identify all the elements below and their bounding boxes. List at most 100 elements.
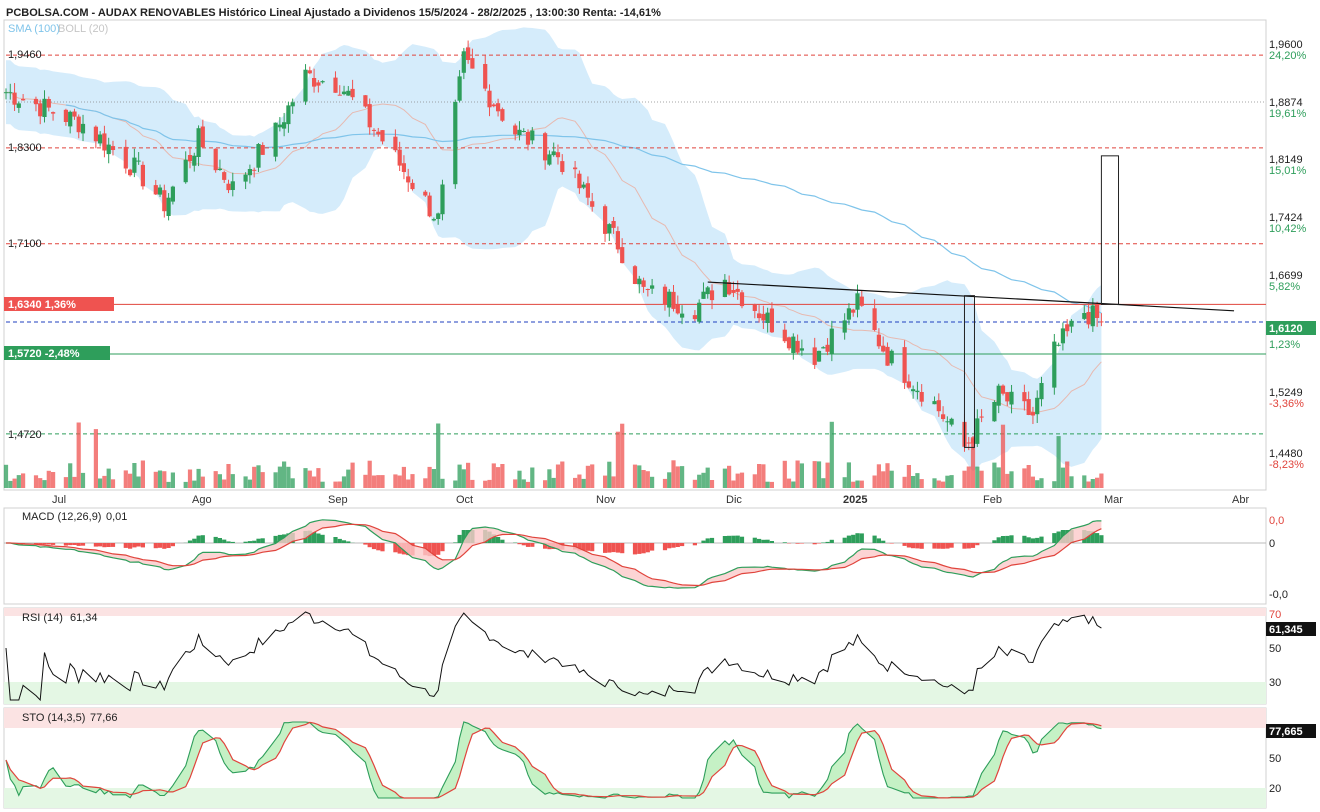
volume-bar bbox=[363, 474, 368, 488]
volume-bar bbox=[881, 471, 886, 488]
candle bbox=[902, 347, 907, 383]
candle bbox=[363, 95, 368, 107]
macd-bar bbox=[525, 543, 531, 547]
macd-bar bbox=[752, 537, 757, 543]
candle bbox=[632, 266, 638, 284]
support-tag: 1,5720 -2,48% bbox=[8, 348, 80, 360]
macd-bar bbox=[722, 536, 727, 543]
volume-bar bbox=[1065, 461, 1070, 488]
volume-bar bbox=[170, 472, 175, 488]
volume-bar bbox=[128, 473, 133, 488]
volume-bar bbox=[196, 468, 201, 488]
macd-bar bbox=[932, 543, 937, 549]
macd-bar bbox=[170, 543, 175, 547]
candle bbox=[739, 292, 745, 307]
volume-bar bbox=[483, 480, 488, 488]
candle bbox=[68, 111, 73, 127]
candle bbox=[367, 104, 372, 128]
volume-bar bbox=[312, 476, 317, 488]
volume-bar bbox=[1069, 476, 1074, 488]
candle bbox=[290, 102, 295, 107]
volume-bar bbox=[423, 478, 428, 488]
candle bbox=[222, 172, 227, 180]
volume-bar bbox=[80, 472, 86, 488]
candle bbox=[795, 340, 800, 353]
macd-bar bbox=[949, 543, 954, 548]
candle bbox=[500, 109, 505, 121]
macd-bar bbox=[590, 543, 595, 552]
candle bbox=[183, 159, 188, 183]
volume-bar bbox=[136, 476, 141, 488]
candle bbox=[102, 133, 107, 151]
volume-bar bbox=[799, 463, 804, 488]
macd-bar bbox=[936, 543, 941, 549]
candle bbox=[1030, 412, 1035, 416]
macd-bar bbox=[1000, 536, 1006, 543]
level-label-4: 1,4720 bbox=[8, 429, 42, 441]
candle bbox=[966, 442, 971, 444]
candle bbox=[945, 421, 950, 423]
month-nov: Nov bbox=[596, 494, 616, 506]
macd-bar bbox=[1022, 535, 1027, 543]
candle bbox=[765, 312, 770, 323]
candle bbox=[98, 134, 103, 144]
volume-bar bbox=[555, 464, 561, 488]
month-mar: Mar bbox=[1104, 494, 1123, 506]
candle bbox=[110, 146, 116, 150]
macd-bar bbox=[1095, 533, 1100, 543]
candle bbox=[885, 346, 890, 366]
volume-bar bbox=[1039, 478, 1044, 488]
macd-bar bbox=[72, 543, 77, 545]
volume-bar bbox=[757, 464, 762, 488]
volume-bar bbox=[187, 469, 193, 488]
macd-bar bbox=[675, 543, 680, 547]
macd-bar bbox=[136, 543, 141, 547]
rsi-value: 61,34 bbox=[70, 612, 98, 624]
candle bbox=[662, 286, 668, 305]
candle bbox=[757, 313, 762, 319]
candle bbox=[517, 129, 522, 136]
candle bbox=[919, 392, 924, 402]
macd-bar bbox=[376, 543, 381, 551]
candle bbox=[196, 128, 201, 157]
candle bbox=[243, 174, 248, 182]
candle bbox=[645, 289, 650, 290]
volume-bar bbox=[277, 466, 282, 488]
candle bbox=[12, 92, 17, 105]
volume-bar bbox=[641, 470, 646, 488]
candle bbox=[140, 164, 145, 187]
macd-bar bbox=[962, 543, 967, 549]
volume-bar bbox=[671, 460, 676, 488]
macd-bar bbox=[641, 543, 646, 554]
rsi-oversold-zone bbox=[4, 682, 1266, 704]
candle bbox=[406, 176, 411, 183]
macd-bar bbox=[63, 543, 68, 546]
volume-bar bbox=[816, 461, 822, 488]
volume-bar bbox=[153, 471, 158, 488]
legend-boll: BOLL (20) bbox=[58, 23, 108, 35]
candle bbox=[436, 213, 441, 219]
volume-bar bbox=[63, 477, 68, 488]
candle bbox=[1086, 312, 1091, 325]
candle bbox=[470, 58, 475, 69]
candle bbox=[1065, 324, 1070, 332]
volume-bar bbox=[183, 481, 188, 488]
volume-bar bbox=[286, 466, 291, 488]
candle bbox=[547, 154, 552, 165]
macd-tick-top: 0,0 bbox=[1269, 515, 1284, 527]
macd-bar bbox=[153, 543, 158, 549]
candle bbox=[16, 103, 21, 108]
macd-bar bbox=[821, 542, 826, 543]
rsi-tick-30: 30 bbox=[1269, 677, 1281, 689]
macd-bar bbox=[192, 538, 197, 543]
macd-bar bbox=[521, 543, 526, 546]
candle bbox=[731, 290, 736, 293]
volume-bar bbox=[1030, 476, 1035, 488]
macd-bar bbox=[945, 543, 950, 549]
month-2025: 2025 bbox=[843, 494, 867, 506]
candle bbox=[581, 184, 586, 188]
volume-bar bbox=[222, 479, 227, 488]
macd-bar bbox=[731, 535, 736, 543]
volume-bar bbox=[247, 479, 252, 488]
candle bbox=[812, 347, 817, 365]
